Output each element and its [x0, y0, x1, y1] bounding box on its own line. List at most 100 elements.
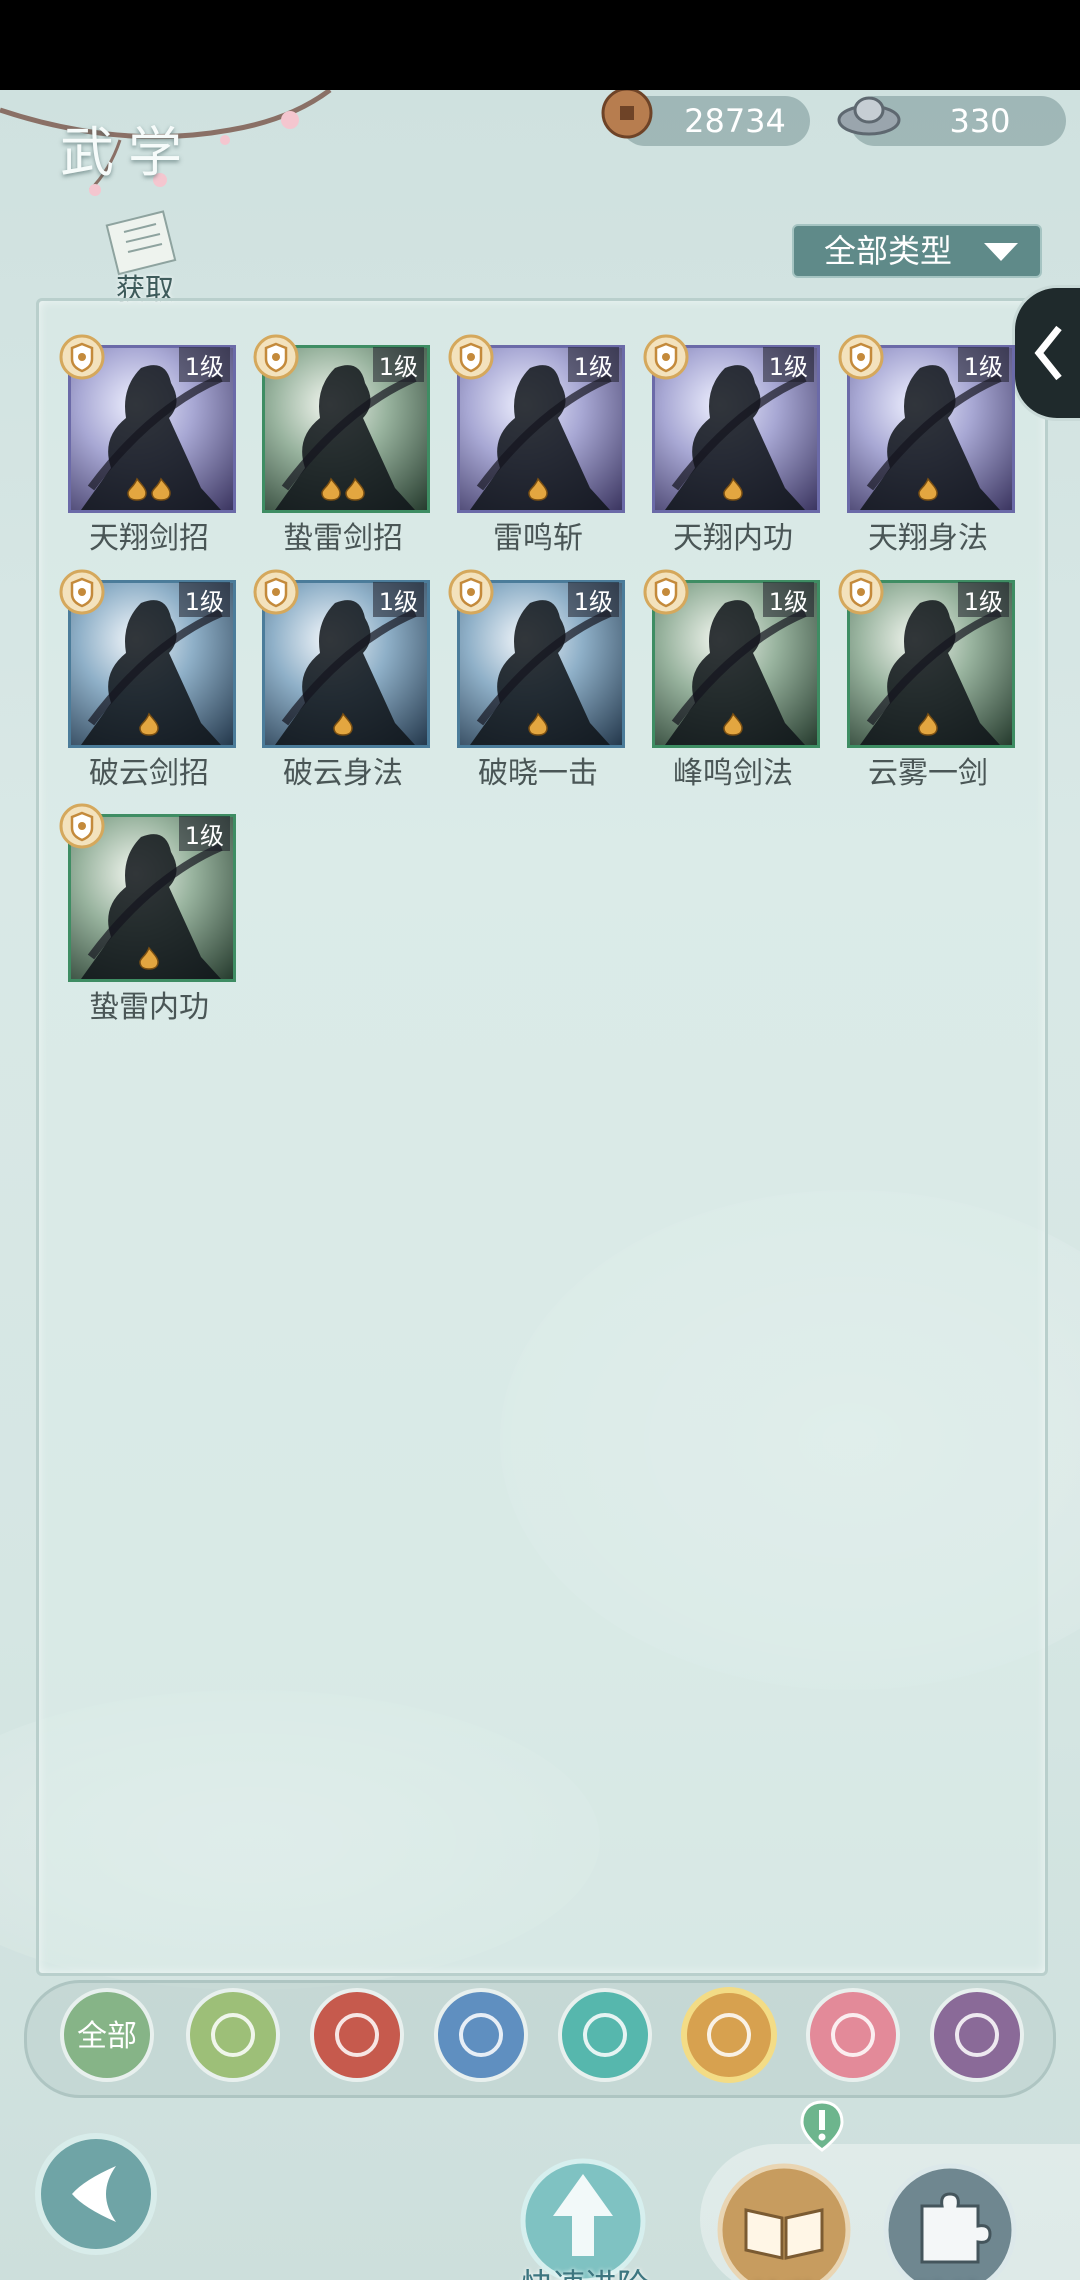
flame-icon [918, 712, 938, 736]
shield-badge-icon [59, 803, 105, 849]
puzzle-icon [883, 2163, 1017, 2280]
skill-level: 1级 [372, 582, 424, 617]
skill-card[interactable]: 1级 蛰雷内功 [59, 803, 238, 1044]
shield-badge-icon [448, 569, 494, 615]
category-fire[interactable] [308, 1986, 406, 2084]
skill-card[interactable]: 1级 天翔内功 [643, 334, 822, 575]
overview-button[interactable] [716, 2162, 852, 2280]
chevron-down-icon [984, 243, 1018, 261]
skill-name: 天翔身法 [868, 521, 988, 556]
skill-level: 1级 [178, 816, 230, 851]
category-label: 全部 [77, 2019, 137, 2054]
fragments-button[interactable] [882, 2162, 1018, 2280]
category-all[interactable]: 全部 [58, 1986, 156, 2084]
shield-badge-icon [253, 569, 299, 615]
category-sword[interactable] [184, 1986, 282, 2084]
rank-flames [652, 712, 814, 740]
skill-level: 1级 [957, 582, 1009, 617]
skill-level: 1级 [762, 582, 814, 617]
book-icon [717, 2163, 851, 2280]
shield-icon [681, 1987, 777, 2083]
silver-ingot-icon [837, 96, 901, 136]
flame-icon [139, 712, 159, 736]
rank-flames [68, 712, 230, 740]
shield-badge-icon [838, 569, 884, 615]
quick-advance-label: 快速进阶 [500, 2260, 670, 2280]
flame-icon [127, 477, 147, 501]
type-filter-label: 全部类型 [824, 232, 953, 270]
skill-card[interactable]: 1级 天翔剑招 [59, 334, 238, 575]
skill-card[interactable]: 1级 蛰雷剑招 [253, 334, 432, 575]
type-filter-dropdown[interactable]: 全部类型 [792, 224, 1042, 278]
skill-name: 破晓一击 [478, 756, 598, 791]
copper-coin-value: 28734 [684, 102, 786, 140]
skill-card[interactable]: 1级 峰鸣剑法 [643, 569, 822, 810]
flame-icon [345, 477, 365, 501]
butterfly-icon [558, 1988, 652, 2082]
rank-flames [457, 712, 619, 740]
skill-level: 1级 [372, 347, 424, 382]
category-moon[interactable] [804, 1986, 902, 2084]
skill-name: 峰鸣剑法 [673, 756, 793, 791]
side-drawer-toggle[interactable] [1012, 285, 1080, 421]
shield-badge-icon [448, 334, 494, 380]
skill-card[interactable]: 1级 破云身法 [253, 569, 432, 810]
get-button[interactable]: 获取 [100, 208, 190, 308]
page-title: 武学 [60, 121, 196, 184]
rose-icon [930, 1988, 1024, 2082]
rank-flames [847, 477, 1009, 505]
skill-name: 天翔内功 [673, 521, 793, 556]
flame-icon [333, 712, 353, 736]
skill-name: 蛰雷剑招 [283, 521, 403, 556]
skill-name: 蛰雷内功 [89, 990, 209, 1025]
skill-card[interactable]: 1级 破晓一击 [448, 569, 627, 810]
flame-icon [723, 712, 743, 736]
rank-flames [457, 477, 619, 505]
shield-badge-icon [838, 334, 884, 380]
all-icon: 全部 [60, 1988, 154, 2082]
flame-icon [139, 946, 159, 970]
skill-level: 1级 [762, 347, 814, 382]
category-rose[interactable] [928, 1986, 1026, 2084]
rank-flames [68, 477, 230, 505]
fire-icon [310, 1988, 404, 2082]
rank-flames [68, 946, 230, 974]
silver-ingot-value: 330 [949, 102, 1011, 140]
category-wave[interactable] [432, 1986, 530, 2084]
skill-name: 破云剑招 [89, 756, 209, 791]
wave-icon [434, 1988, 528, 2082]
shield-badge-icon [643, 569, 689, 615]
shield-badge-icon [59, 569, 105, 615]
flame-icon [918, 477, 938, 501]
rank-flames [847, 712, 1009, 740]
skill-name: 雷鸣斩 [493, 521, 583, 556]
skill-name: 云雾一剑 [868, 756, 988, 791]
skill-level: 1级 [567, 347, 619, 382]
rank-flames [262, 477, 424, 505]
alert-badge-icon [800, 2100, 844, 2152]
skill-level: 1级 [567, 582, 619, 617]
overview-label: 总览 [716, 2270, 852, 2280]
copper-coin-icon [601, 90, 653, 139]
shield-badge-icon [253, 334, 299, 380]
back-arrow-icon [35, 2133, 157, 2255]
category-shield[interactable] [680, 1986, 778, 2084]
category-butterfly[interactable] [556, 1986, 654, 2084]
skill-card[interactable]: 1级 破云剑招 [59, 569, 238, 810]
rank-flames [652, 477, 814, 505]
shield-badge-icon [59, 334, 105, 380]
skill-card[interactable]: 1级 云雾一剑 [838, 569, 1017, 810]
skill-level: 1级 [178, 347, 230, 382]
flame-icon [321, 477, 341, 501]
skill-card[interactable]: 1级 雷鸣斩 [448, 334, 627, 575]
fragments-label: 碎片 [882, 2270, 1018, 2280]
moon-icon [806, 1988, 900, 2082]
shield-badge-icon [643, 334, 689, 380]
martial-arts-screen: 武学 28734 330 获取 全部类型 1级 天翔剑招 1级 蛰雷剑招 1级 … [0, 90, 1080, 2280]
flame-icon [151, 477, 171, 501]
back-button[interactable] [32, 2130, 160, 2258]
skill-level: 1级 [957, 347, 1009, 382]
skill-card[interactable]: 1级 天翔身法 [838, 334, 1017, 575]
flame-icon [528, 712, 548, 736]
rank-flames [262, 712, 424, 740]
